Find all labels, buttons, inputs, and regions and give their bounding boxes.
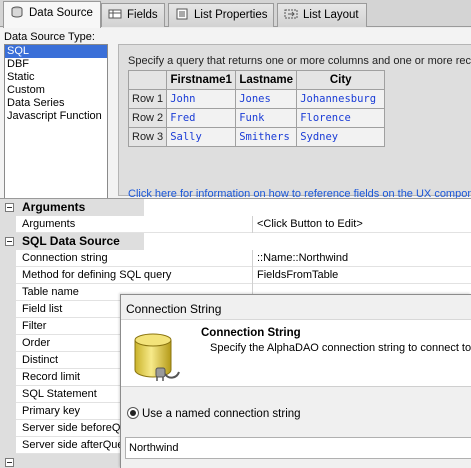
category-sql-data-source[interactable]: SQL Data Source [0,233,471,250]
table-cell: Funk [235,108,298,128]
row-gutter [0,386,16,403]
radio-label: Use a named connection string [142,408,301,420]
property-value[interactable]: <Click Button to Edit> [252,216,471,233]
row-gutter [0,335,16,352]
table-cell: Fred [166,108,237,128]
property-name: Arguments [22,218,76,230]
property-name: Distinct [22,354,59,366]
data-source-item-data-series[interactable]: Data Series [5,97,107,110]
property-name: Table name [22,286,79,298]
fields-icon [108,8,122,20]
table-cell: John [166,89,237,109]
data-source-item-static[interactable]: Static [5,71,107,84]
row-gutter [0,437,16,454]
column-header: City [296,70,386,90]
dialog-heading: Connection String [201,327,301,339]
row-gutter [0,284,16,301]
query-hint-text: Specify a query that returns one or more… [128,55,471,67]
corner-cell [127,70,168,90]
row-header: Row 3 [127,127,168,147]
data-source-item-dbf[interactable]: DBF [5,58,107,71]
property-name: Field list [22,303,63,315]
sample-table: Firstname1 Lastname City Row 1 John Jone… [127,70,386,147]
property-value[interactable]: ::Name::Northwind [252,250,471,267]
tab-label: Fields [127,9,158,21]
table-cell: Florence [296,108,386,128]
tab-fields[interactable]: Fields [101,3,165,27]
row-gutter [0,352,16,369]
tab-label: List Layout [303,9,359,21]
sample-preview-panel: Specify a query that returns one or more… [118,44,471,200]
list-layout-icon [284,8,298,20]
property-name: Server side beforeQu [22,422,127,434]
row-gutter [0,301,16,318]
category-label: Arguments [22,200,86,214]
table-cell: Smithers [235,127,298,147]
connection-string-dialog: Connection String Connection String Spec… [120,294,471,468]
property-name: SQL Statement [22,388,97,400]
property-row-arguments[interactable]: Arguments <Click Button to Edit> [0,216,471,233]
table-cell: Sydney [296,127,386,147]
tab-list-layout[interactable]: List Layout [277,3,367,27]
tab-label: List Properties [194,9,268,21]
property-row-sql-method[interactable]: Method for defining SQL query FieldsFrom… [0,267,471,284]
property-name: Order [22,337,51,349]
tab-list-properties[interactable]: List Properties [168,3,274,27]
property-value[interactable]: FieldsFromTable [252,267,471,284]
property-name: Primary key [22,405,81,417]
named-connection-radio[interactable]: Use a named connection string [127,407,301,420]
data-source-type-list[interactable]: SQL DBF Static Custom Data Series Javasc… [4,44,108,217]
data-source-item-sql[interactable]: SQL [5,45,107,58]
dialog-header: Connection String Specify the AlphaDAO c… [121,319,471,387]
data-source-icon [10,6,24,18]
table-row: Row 3 Sally Smithers Sydney [127,127,386,147]
list-properties-icon [175,8,189,20]
column-header: Lastname [235,70,298,90]
collapse-icon[interactable] [5,458,14,467]
category-label: SQL Data Source [22,234,120,248]
table-cell: Johannesburg [296,89,386,109]
property-row-connection-string[interactable]: Connection string ::Name::Northwind [0,250,471,267]
row-header: Row 1 [127,89,168,109]
column-header: Firstname1 [166,70,237,90]
collapse-icon[interactable] [5,237,14,246]
table-cell: Jones [235,89,298,109]
table-row: Row 2 Fred Funk Florence [127,108,386,128]
table-cell: Sally [166,127,237,147]
data-source-panel: Data Source Type: SQL DBF Static Custom … [0,28,471,217]
tab-strip: Data Source Fields List Properties List … [0,0,471,28]
row-gutter [0,420,16,437]
dialog-title: Connection String [126,302,222,316]
tab-data-source[interactable]: Data Source [3,1,101,28]
row-gutter [0,216,16,233]
property-name: Connection string [22,252,108,264]
collapse-icon[interactable] [5,203,14,212]
property-name: Record limit [22,371,81,383]
property-name: Filter [22,320,47,332]
dialog-subtitle: Specify the AlphaDAO connection string t… [210,342,471,354]
row-header: Row 2 [127,108,168,128]
property-name: Method for defining SQL query [22,269,172,281]
property-name: Server side afterQuer [22,439,128,451]
named-connection-field[interactable]: Northwind [125,437,471,459]
row-gutter [0,318,16,335]
table-row: Row 1 John Jones Johannesburg [127,89,386,109]
radio-selected-icon[interactable] [127,407,139,419]
row-gutter [0,403,16,420]
row-gutter [0,267,16,284]
data-source-type-label: Data Source Type: [4,31,95,43]
tab-label: Data Source [29,7,93,19]
category-arguments[interactable]: Arguments [0,199,471,216]
data-source-item-custom[interactable]: Custom [5,84,107,97]
row-gutter [0,369,16,386]
sample-header-row: Firstname1 Lastname City [127,70,386,90]
database-connection-icon [129,330,185,386]
data-source-item-javascript-function[interactable]: Javascript Function [5,110,107,123]
row-gutter [0,250,16,267]
